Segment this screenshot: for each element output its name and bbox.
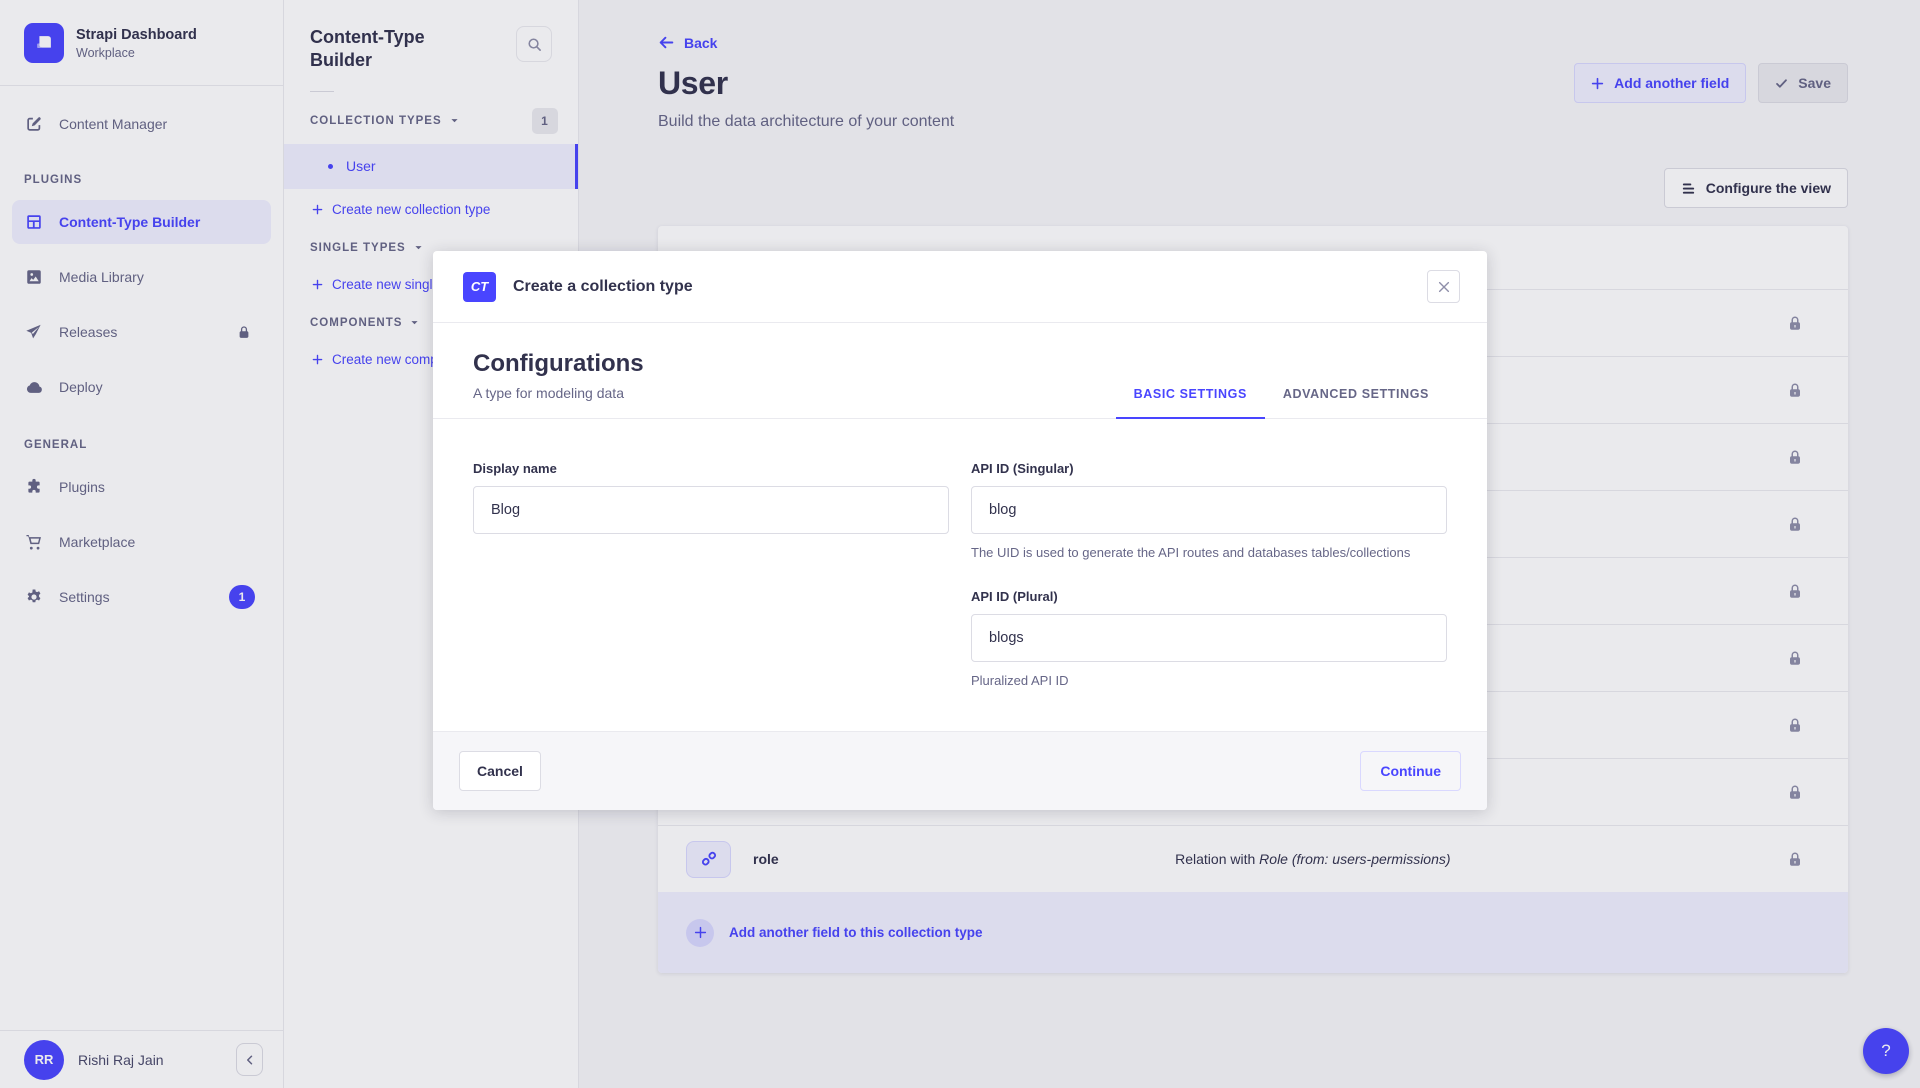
api-id-plural-input[interactable]	[971, 614, 1447, 662]
settings-tabs: BASIC SETTINGS ADVANCED SETTINGS	[1116, 387, 1447, 418]
tab-basic-settings[interactable]: BASIC SETTINGS	[1116, 387, 1265, 419]
api-id-plural-field: API ID (Plural) Pluralized API ID	[971, 589, 1447, 691]
modal-subheading: A type for modeling data	[473, 385, 644, 401]
cancel-button[interactable]: Cancel	[459, 751, 541, 791]
display-name-field: Display name	[473, 461, 949, 563]
modal-title: Create a collection type	[513, 278, 693, 296]
create-collection-type-modal: CT Create a collection type Configuratio…	[433, 251, 1487, 810]
content-type-badge: CT	[463, 272, 496, 302]
api-id-singular-help: The UID is used to generate the API rout…	[971, 544, 1447, 563]
tab-advanced-settings[interactable]: ADVANCED SETTINGS	[1265, 387, 1447, 419]
api-id-singular-input[interactable]	[971, 486, 1447, 534]
api-id-plural-help: Pluralized API ID	[971, 672, 1447, 691]
api-id-singular-label: API ID (Singular)	[971, 461, 1447, 476]
continue-button[interactable]: Continue	[1360, 751, 1461, 791]
close-modal-button[interactable]	[1427, 270, 1460, 303]
close-icon	[1437, 280, 1451, 294]
display-name-label: Display name	[473, 461, 949, 476]
modal-heading: Configurations	[473, 350, 644, 378]
api-id-plural-label: API ID (Plural)	[971, 589, 1447, 604]
display-name-input[interactable]	[473, 486, 949, 534]
api-id-singular-field: API ID (Singular) The UID is used to gen…	[971, 461, 1447, 563]
